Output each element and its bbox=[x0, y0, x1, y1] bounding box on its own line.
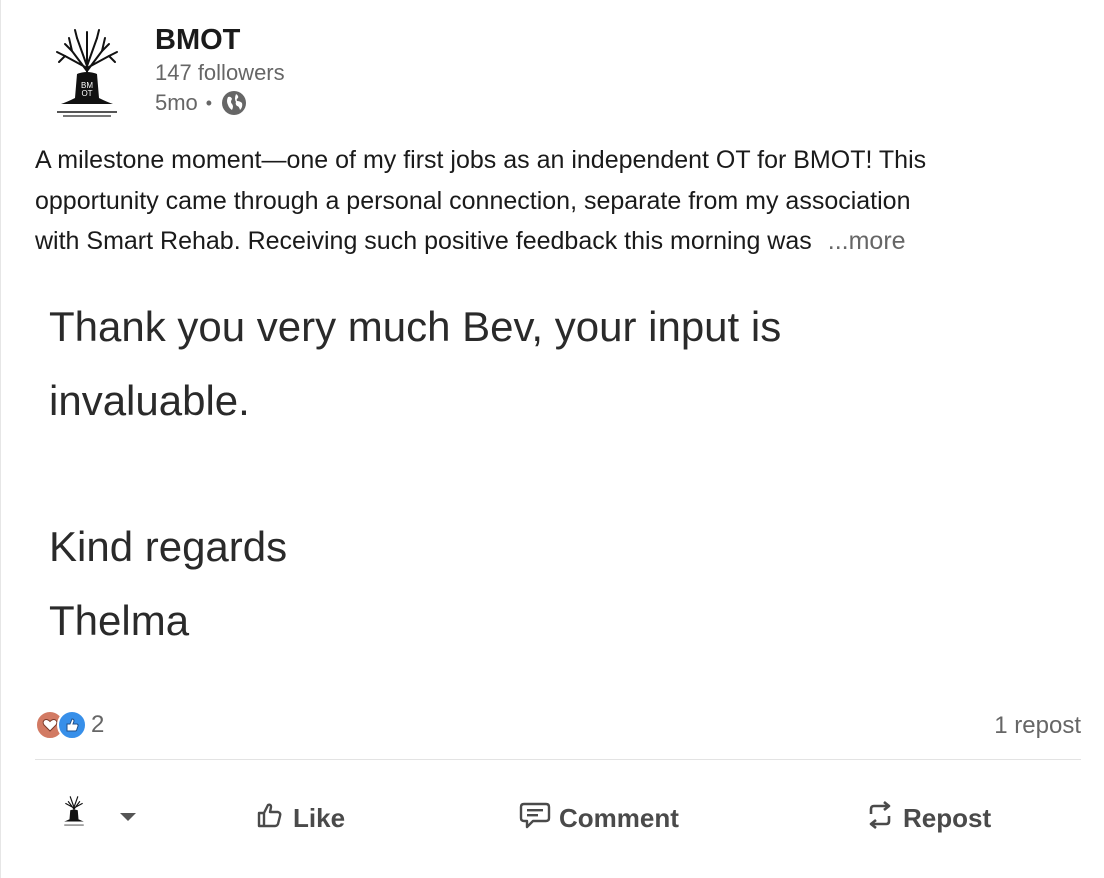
reaction-count: 2 bbox=[91, 711, 105, 738]
comment-label: Comment bbox=[559, 802, 679, 833]
repost-icon bbox=[865, 800, 903, 837]
avatar bbox=[59, 791, 97, 838]
like-label: Like bbox=[293, 802, 346, 833]
post-text-line: opportunity came through a personal conn… bbox=[35, 186, 911, 215]
reactions-summary[interactable]: 2 bbox=[35, 710, 104, 740]
repost-count[interactable]: 1 repost bbox=[994, 712, 1081, 740]
image-text-line: Kind regards bbox=[49, 523, 288, 570]
meta-separator: • bbox=[205, 93, 213, 113]
post-age: 5mo bbox=[155, 90, 198, 115]
post-header: BM OT BMOT 147 followers 5mo • bbox=[35, 18, 1075, 128]
chevron-down-icon bbox=[119, 799, 145, 830]
post-meta: 5mo • bbox=[155, 88, 285, 118]
post-text-line: with Smart Rehab. Receiving such positiv… bbox=[35, 221, 1085, 262]
like-icon bbox=[57, 710, 87, 740]
see-more-link[interactable]: ...more bbox=[828, 227, 906, 255]
like-button[interactable]: Like bbox=[255, 796, 345, 840]
post-text-line: A milestone moment—one of my first jobs … bbox=[35, 146, 927, 174]
actor-selector[interactable] bbox=[59, 792, 145, 836]
author-name[interactable]: BMOT bbox=[155, 22, 285, 58]
repost-label: Repost bbox=[903, 802, 992, 833]
image-text-line: Thelma bbox=[49, 597, 190, 644]
post-image[interactable]: Thank you very much Bev, your input is i… bbox=[1, 276, 1104, 676]
author-info: BMOT 147 followers 5mo • bbox=[155, 22, 285, 118]
company-logo[interactable]: BM OT bbox=[47, 26, 127, 126]
social-counts: 2 1 repost bbox=[35, 710, 1081, 746]
action-bar: Like Comment Repost bbox=[35, 770, 1081, 866]
comment-icon bbox=[519, 800, 559, 837]
image-text-line: invaluable. bbox=[49, 377, 250, 424]
comment-button[interactable]: Comment bbox=[519, 796, 679, 840]
repost-button[interactable]: Repost bbox=[865, 796, 991, 840]
follower-count: 147 followers bbox=[155, 60, 285, 85]
post-text-line-content: with Smart Rehab. Receiving such positiv… bbox=[35, 227, 812, 255]
image-text-line: Thank you very much Bev, your input is bbox=[49, 303, 782, 350]
globe-icon bbox=[220, 89, 248, 117]
post-card: BM OT BMOT 147 followers 5mo • A milesto… bbox=[0, 0, 1104, 878]
thumbs-up-icon bbox=[255, 800, 293, 837]
divider bbox=[35, 759, 1081, 760]
svg-text:OT: OT bbox=[81, 89, 92, 98]
post-body: A milestone moment—one of my first jobs … bbox=[35, 140, 1085, 262]
